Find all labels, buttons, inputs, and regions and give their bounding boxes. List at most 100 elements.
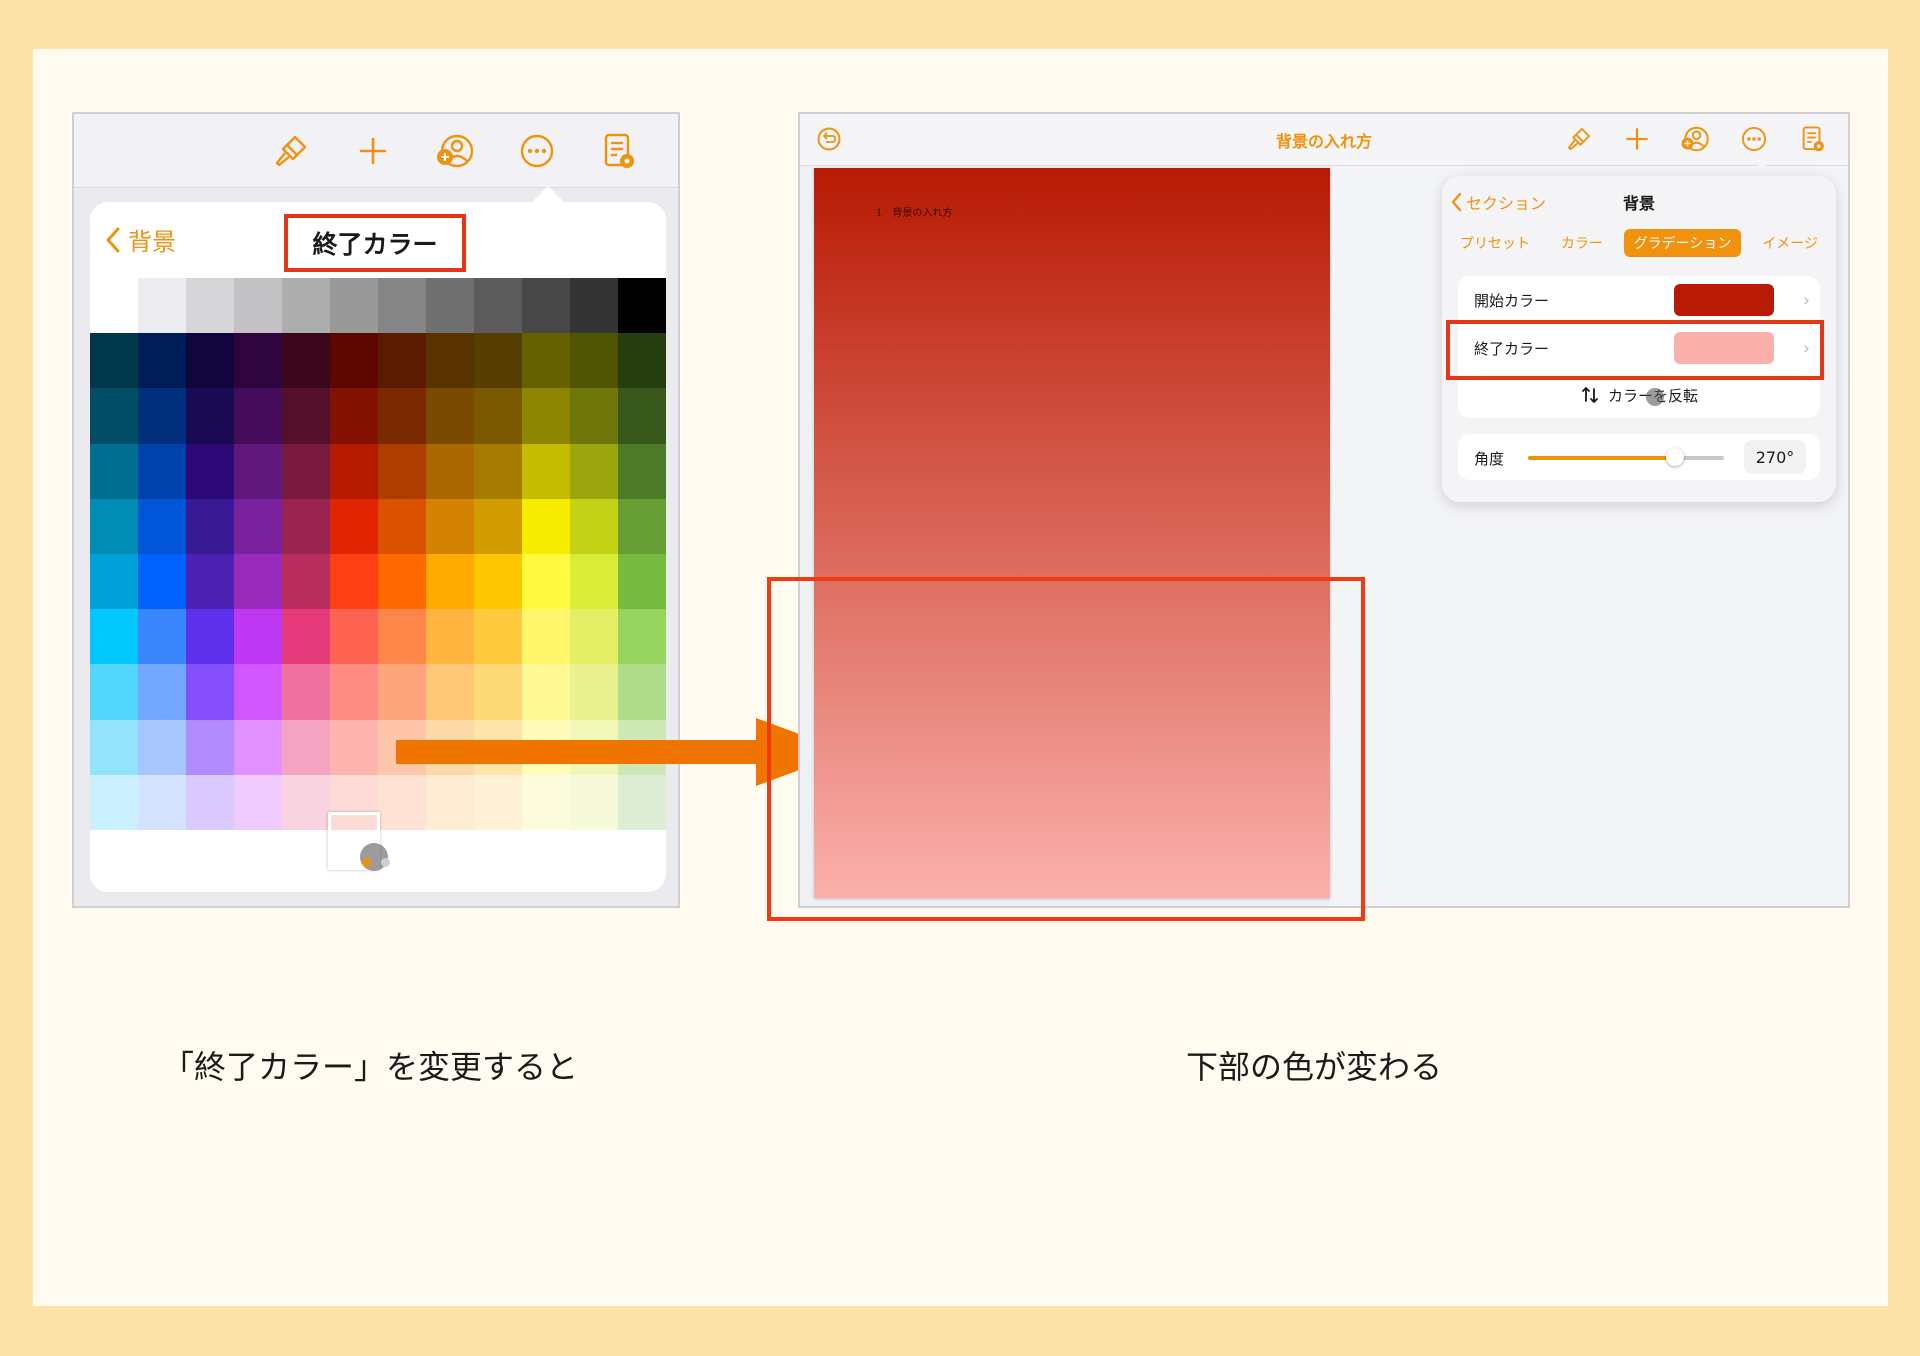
color-swatch[interactable] — [426, 443, 474, 499]
color-swatch[interactable] — [618, 443, 666, 499]
color-swatch[interactable] — [522, 664, 570, 720]
color-swatch[interactable] — [378, 443, 426, 499]
angle-value[interactable]: 270° — [1744, 440, 1806, 474]
color-swatch[interactable] — [138, 498, 186, 554]
color-swatch[interactable] — [618, 388, 666, 444]
color-swatch[interactable] — [474, 554, 522, 610]
color-swatch[interactable] — [522, 498, 570, 554]
color-swatch[interactable] — [138, 388, 186, 444]
color-swatch[interactable] — [234, 719, 282, 775]
color-swatch[interactable] — [138, 774, 186, 830]
color-swatch[interactable] — [474, 443, 522, 499]
color-swatch[interactable] — [330, 664, 378, 720]
tab-color[interactable]: カラー — [1551, 229, 1613, 257]
color-swatch[interactable] — [90, 774, 138, 830]
color-swatch[interactable] — [90, 278, 138, 334]
color-swatch[interactable] — [426, 388, 474, 444]
color-swatch[interactable] — [618, 554, 666, 610]
color-swatch[interactable] — [570, 278, 618, 334]
color-swatch[interactable] — [426, 554, 474, 610]
color-swatch[interactable] — [522, 443, 570, 499]
color-swatch[interactable] — [234, 664, 282, 720]
color-swatch[interactable] — [474, 498, 522, 554]
color-swatch[interactable] — [330, 719, 378, 775]
color-swatch[interactable] — [90, 388, 138, 444]
color-swatch[interactable] — [522, 278, 570, 334]
tab-preset[interactable]: プリセット — [1450, 229, 1540, 257]
color-swatch[interactable] — [330, 609, 378, 665]
color-swatch[interactable] — [378, 278, 426, 334]
add-icon[interactable] — [350, 128, 396, 174]
color-swatch[interactable] — [426, 333, 474, 389]
color-swatch[interactable] — [186, 498, 234, 554]
color-swatch[interactable] — [234, 609, 282, 665]
color-swatch[interactable] — [186, 333, 234, 389]
color-swatch[interactable] — [426, 278, 474, 334]
color-swatch[interactable] — [378, 388, 426, 444]
color-swatch[interactable] — [234, 554, 282, 610]
color-swatch[interactable] — [138, 609, 186, 665]
color-swatch[interactable] — [522, 554, 570, 610]
color-swatch[interactable] — [186, 443, 234, 499]
color-swatch[interactable] — [90, 498, 138, 554]
document-view-icon[interactable] — [596, 128, 642, 174]
color-swatch[interactable] — [138, 278, 186, 334]
color-swatch[interactable] — [90, 554, 138, 610]
color-swatch[interactable] — [474, 664, 522, 720]
color-swatch[interactable] — [522, 388, 570, 444]
document-view-icon[interactable] — [1800, 124, 1826, 158]
color-swatch[interactable] — [330, 443, 378, 499]
back-button[interactable]: セクション — [1450, 190, 1546, 214]
color-swatch[interactable] — [618, 498, 666, 554]
color-swatch[interactable] — [90, 333, 138, 389]
color-swatch[interactable] — [330, 278, 378, 334]
color-swatch[interactable] — [570, 664, 618, 720]
color-swatch[interactable] — [234, 333, 282, 389]
color-swatch[interactable] — [234, 774, 282, 830]
color-swatch[interactable] — [618, 609, 666, 665]
color-swatch[interactable] — [90, 719, 138, 775]
color-swatch[interactable] — [474, 609, 522, 665]
color-swatch[interactable] — [618, 333, 666, 389]
color-swatch[interactable] — [186, 719, 234, 775]
tab-image[interactable]: イメージ — [1752, 229, 1828, 257]
color-swatch[interactable] — [234, 388, 282, 444]
color-swatch[interactable] — [138, 333, 186, 389]
color-swatch[interactable] — [474, 278, 522, 334]
collaborate-icon[interactable] — [432, 128, 478, 174]
color-swatch[interactable] — [570, 443, 618, 499]
color-swatch[interactable] — [570, 333, 618, 389]
collaborate-icon[interactable] — [1680, 124, 1710, 158]
color-swatch[interactable] — [570, 554, 618, 610]
color-swatch[interactable] — [186, 664, 234, 720]
color-swatch[interactable] — [522, 609, 570, 665]
color-swatch[interactable] — [618, 278, 666, 334]
color-swatch[interactable] — [378, 333, 426, 389]
color-swatch[interactable] — [234, 498, 282, 554]
color-swatch[interactable] — [570, 609, 618, 665]
color-swatch[interactable] — [138, 719, 186, 775]
color-swatch[interactable] — [186, 388, 234, 444]
color-swatch[interactable] — [282, 719, 330, 775]
back-button[interactable]: 背景 — [104, 222, 176, 257]
color-swatch[interactable] — [618, 664, 666, 720]
color-swatch[interactable] — [138, 554, 186, 610]
more-icon[interactable] — [514, 128, 560, 174]
tab-gradient[interactable]: グラデーション — [1623, 229, 1742, 257]
color-swatch[interactable] — [570, 388, 618, 444]
color-swatch[interactable] — [282, 554, 330, 610]
start-color-row[interactable]: 開始カラー › — [1458, 276, 1820, 324]
color-swatch[interactable] — [186, 278, 234, 334]
page-indicator[interactable] — [362, 858, 390, 867]
color-swatch[interactable] — [426, 609, 474, 665]
color-swatch[interactable] — [90, 443, 138, 499]
color-swatch[interactable] — [426, 664, 474, 720]
color-swatch[interactable] — [378, 554, 426, 610]
color-swatch[interactable] — [282, 498, 330, 554]
color-swatch[interactable] — [426, 498, 474, 554]
color-swatch[interactable] — [282, 664, 330, 720]
slider-knob[interactable] — [1666, 448, 1684, 466]
color-swatch[interactable] — [330, 498, 378, 554]
color-swatch[interactable] — [378, 609, 426, 665]
color-swatch[interactable] — [330, 333, 378, 389]
